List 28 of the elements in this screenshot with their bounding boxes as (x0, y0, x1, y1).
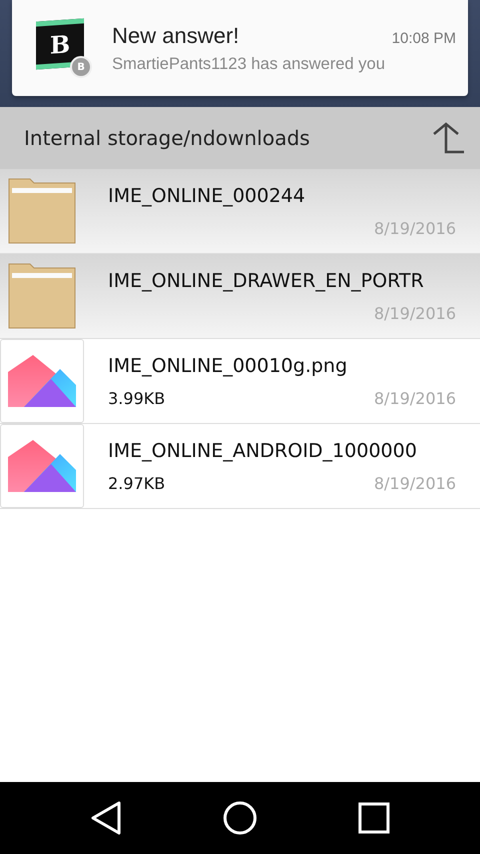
app-badge: B (70, 56, 92, 78)
image-icon (8, 355, 76, 407)
folder-icon (8, 178, 76, 244)
file-date: 8/19/2016 (374, 474, 456, 492)
recents-icon[interactable] (358, 802, 390, 834)
file-name: IME_ONLINE_DRAWER_EN_PORTR (108, 270, 425, 292)
file-size: 3.99KB (108, 388, 166, 408)
notification-title: New answer! (112, 22, 240, 48)
file-row[interactable]: IME_ONLINE_000244 8/19/2016 (0, 169, 480, 254)
file-date: 8/19/2016 (374, 218, 456, 238)
file-name: IME_ONLINE_ANDROID_1000000 (108, 440, 418, 462)
back-icon[interactable] (90, 801, 122, 835)
file-row[interactable]: IME_ONLINE_ANDROID_1000000 2.97KB 8/19/2016 (0, 424, 480, 509)
folder-icon (8, 263, 76, 329)
file-size: 2.97KB (108, 474, 166, 492)
file-row[interactable]: IME_ONLINE_DRAWER_EN_PORTR 8/19/2016 (0, 254, 480, 339)
image-icon (8, 440, 76, 492)
file-date: 8/19/2016 (374, 304, 456, 322)
file-name: IME_ONLINE_00010g.png (108, 354, 348, 376)
file-row[interactable]: IME_ONLINE_00010g.png 3.99KB 8/19/2016 (0, 339, 480, 424)
file-name: IME_ONLINE_000244 (108, 184, 306, 206)
notification-text: SmartiePants1123 has answered you (112, 54, 386, 74)
folder-path: Internal storage/ndownloads (24, 126, 310, 150)
home-icon[interactable] (222, 801, 257, 835)
notification-time: 10:08 PM (392, 30, 456, 46)
up-arrow-icon[interactable] (432, 122, 464, 154)
file-date: 8/19/2016 (374, 388, 456, 408)
notification-card[interactable]: B B New answer! 10:08 PM SmartiePants1123 has answered you (12, 0, 468, 96)
